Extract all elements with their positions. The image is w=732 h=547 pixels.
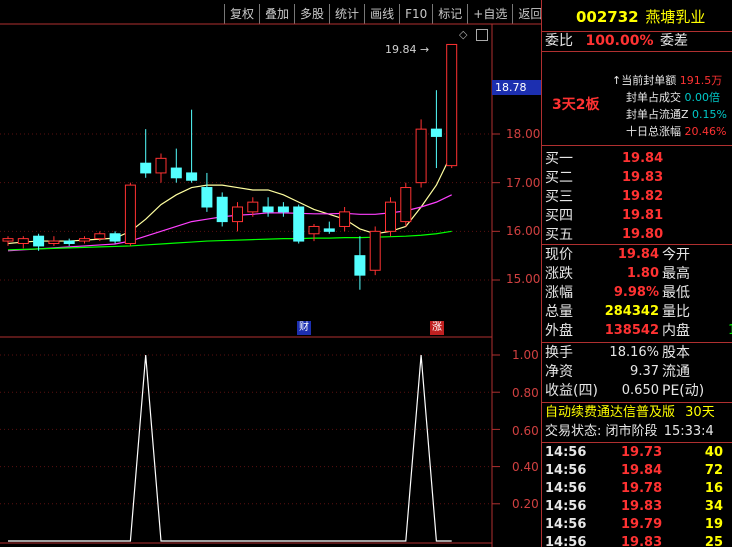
- limit-up-badge: 3天2板: [552, 97, 600, 113]
- seal-row-0: ↑当前封单额 191.5万: [612, 74, 723, 87]
- window-toggle-icon[interactable]: [476, 29, 488, 41]
- stock-code: 002732: [576, 8, 639, 26]
- candle-body: [186, 172, 198, 181]
- candle-body: [308, 225, 320, 235]
- seal-row-2: 封单占流通Z 0.15%: [626, 108, 727, 121]
- diamond-icon[interactable]: ◇: [459, 28, 467, 41]
- candle-body: [140, 162, 152, 174]
- candle-body: [63, 240, 75, 244]
- price-axis-label: 17.00: [506, 176, 541, 190]
- candle-body: [216, 196, 228, 223]
- quote-row: 涨幅 9.98% 最低: [545, 285, 690, 301]
- seal-info: ↑当前封单额 191.5万 封单占成交 0.00倍 封单占流通Z 0.15% 十…: [612, 72, 732, 140]
- price-axis-label: 16.00: [506, 224, 541, 238]
- stock-header: 002732 燕塘乳业: [542, 6, 732, 28]
- candle-body: [277, 206, 289, 213]
- quote-row: 涨跌 1.80 最高: [545, 266, 690, 282]
- indicator-axis-label: 0.20: [512, 497, 539, 511]
- tick-row: 14:56 19.79 19: [545, 517, 723, 532]
- finance-marker[interactable]: 财: [297, 321, 311, 335]
- tick-row: 14:56 19.84 72: [545, 463, 723, 478]
- candle-body: [170, 167, 182, 179]
- candle-body: [2, 238, 14, 242]
- candle-body: [155, 157, 167, 174]
- quote-row: 外盘138542内盘1: [545, 323, 732, 339]
- tick-row: 14:56 19.83 25: [545, 535, 723, 547]
- tick-row: 14:56 19.78 16: [545, 481, 723, 496]
- candle-body: [323, 228, 335, 232]
- candle-body: [430, 128, 442, 137]
- finance-row: 净资 9.37 流通: [545, 364, 690, 380]
- buy-order-row[interactable]: 买一 19.84: [542, 150, 732, 168]
- candle-body: [262, 206, 274, 213]
- candle-body: [17, 238, 29, 244]
- candle-body: [201, 187, 213, 208]
- candle-body: [79, 238, 90, 242]
- limit-up-marker[interactable]: 涨: [430, 321, 444, 335]
- candle-body: [385, 201, 396, 232]
- candle-body: [400, 187, 412, 223]
- max-price-label: 19.84 →: [385, 43, 430, 56]
- stock-name: 燕塘乳业: [645, 8, 706, 26]
- trade-status: 交易状态: 闭市阶段 15:33:4: [545, 424, 714, 439]
- chart-area[interactable]: 复权 叠加 多股 统计 画线 F10 标记 +自选 返回 ◇ 19.84 → 18.00 17.…: [0, 0, 541, 547]
- price-axis-label: 15.00: [506, 272, 541, 286]
- candle-body: [247, 201, 259, 213]
- candle-body: [48, 240, 60, 244]
- seal-row-3: 十日总涨幅 20.46%: [626, 125, 727, 138]
- buy-order-row[interactable]: 买二 19.83: [542, 169, 732, 187]
- current-price-tag: 18.78: [492, 80, 541, 95]
- finance-row: 换手 18.16% 股本: [545, 345, 690, 361]
- candle-body: [124, 184, 136, 245]
- indicator-axis-label: 1.00: [512, 348, 539, 362]
- candle-body: [369, 230, 381, 271]
- buy-order-row[interactable]: 买四 19.81: [542, 207, 732, 225]
- kline-chart[interactable]: [0, 0, 541, 547]
- candle-body: [293, 206, 305, 242]
- price-axis-label: 18.00: [506, 127, 541, 141]
- tick-row: 14:56 19.73 40: [545, 445, 723, 460]
- candle-body: [109, 233, 121, 242]
- candle-body: [446, 43, 458, 167]
- weibi-row: 委比 100.00% 委差: [545, 33, 688, 49]
- seal-row-1: 封单占成交 0.00倍: [626, 91, 720, 104]
- candle-body: [415, 128, 427, 184]
- quote-row: 总量 284342 量比: [545, 304, 690, 320]
- quote-row: 现价 19.84 今开: [545, 247, 690, 263]
- indicator-axis-label: 0.80: [512, 386, 539, 400]
- buy-order-row[interactable]: 买三 19.82: [542, 188, 732, 206]
- ad-banner[interactable]: 自动续费通达信普及版 30天: [542, 404, 732, 422]
- candle-body: [232, 206, 243, 223]
- finance-row: 收益(四) 0.650 PE(动): [545, 383, 705, 399]
- buy-order-row[interactable]: 买五 19.80: [542, 226, 732, 244]
- candle-body: [94, 233, 106, 240]
- indicator-axis-label: 0.60: [512, 424, 539, 438]
- candle-body: [33, 235, 45, 247]
- tick-row: 14:56 19.83 34: [545, 499, 723, 514]
- indicator-axis-label: 0.40: [512, 460, 539, 474]
- candle-body: [354, 255, 366, 276]
- indicator-line: [8, 354, 452, 542]
- candle-body: [339, 211, 351, 227]
- quote-panel: 002732 燕塘乳业 委比 100.00% 委差 3天2板 ↑当前封单额 19…: [541, 0, 732, 547]
